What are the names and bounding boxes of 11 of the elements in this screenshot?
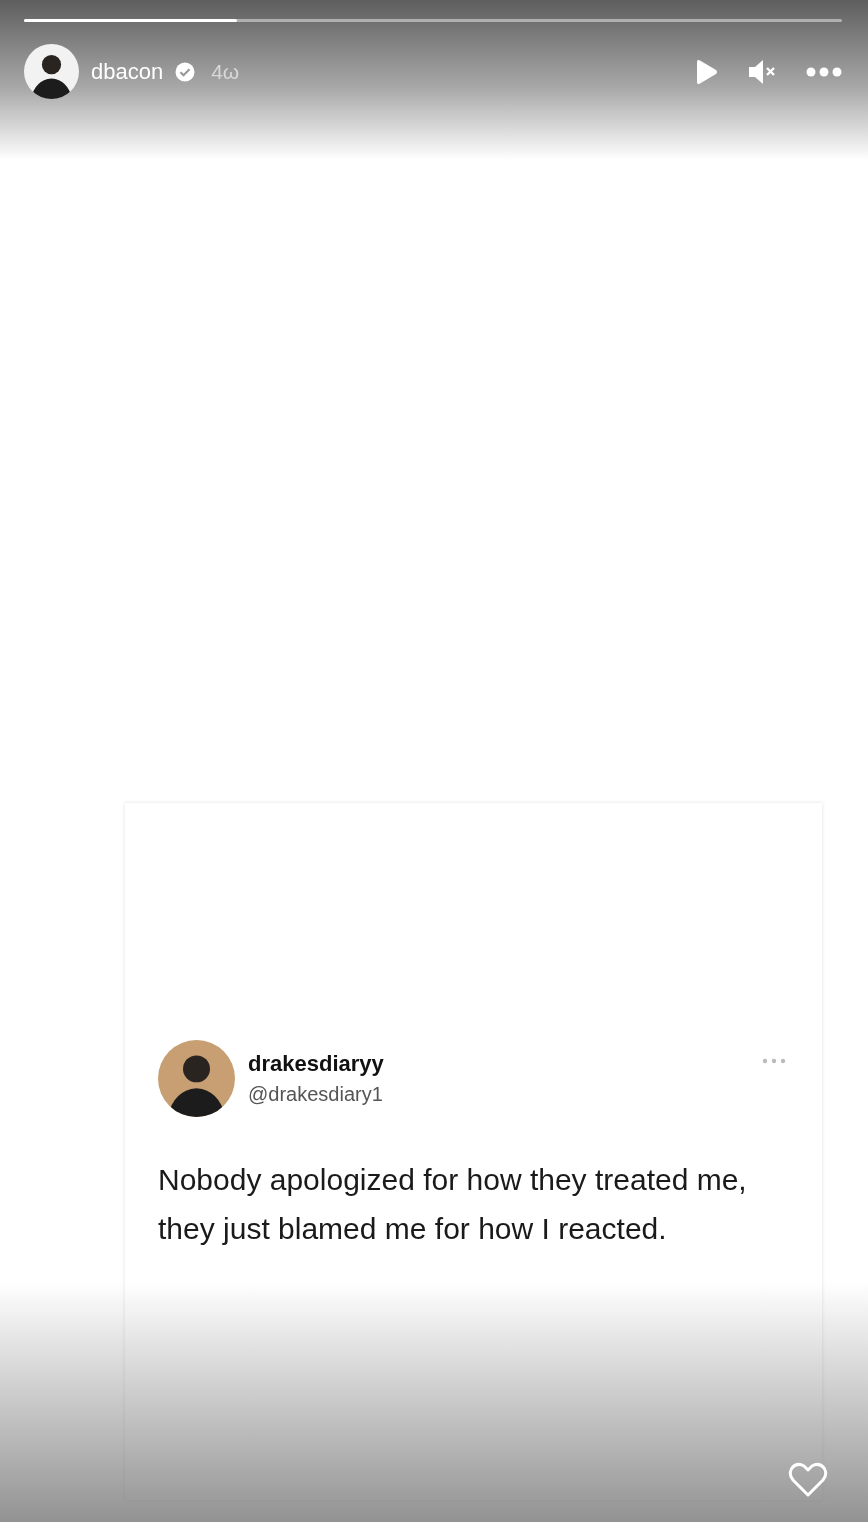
post-time: 4ω (211, 59, 240, 84)
username[interactable]: dbacon (91, 58, 164, 85)
play-icon[interactable] (694, 58, 718, 85)
post-text: Nobody apologized for how they treated me, they just blamed me for how I reacted. (158, 1162, 748, 1247)
heart-icon[interactable] (788, 1462, 828, 1498)
avatar (24, 44, 79, 99)
more-icon[interactable] (806, 66, 842, 77)
display-name: drakesdiaryy (248, 1051, 385, 1077)
handle: @drakesdiary1 (248, 1083, 384, 1106)
more-icon (762, 1058, 786, 1064)
mute-icon[interactable] (748, 58, 776, 85)
